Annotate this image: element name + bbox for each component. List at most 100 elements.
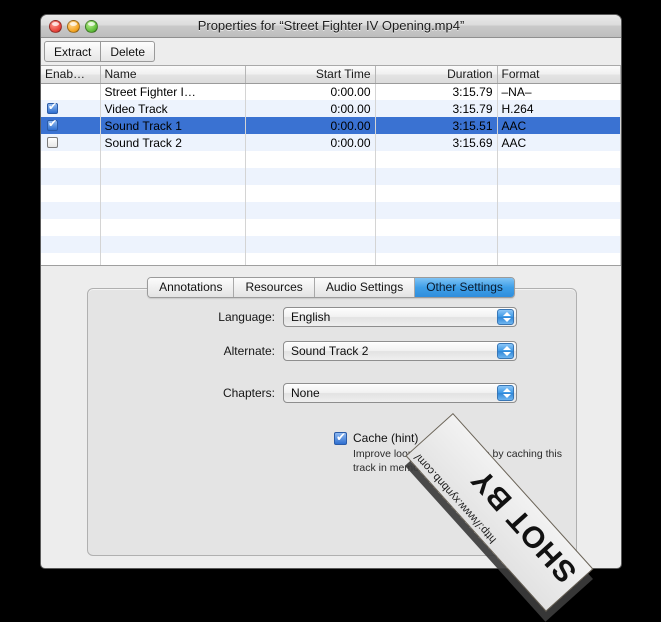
cell-empty [375, 202, 498, 219]
cell-duration: 3:15.79 [375, 83, 498, 100]
tracks-table-body: Street Fighter I…0:00.003:15.79–NA–Video… [41, 83, 621, 265]
cache-checkbox[interactable] [334, 430, 347, 445]
tab-other-settings[interactable]: Other Settings [415, 278, 514, 297]
cell-empty [245, 202, 376, 219]
table-row[interactable]: Street Fighter I… 0:00.00 3:15.79 –NA– [41, 83, 621, 100]
cell-empty [245, 253, 376, 265]
cell-empty [375, 151, 498, 168]
table-row[interactable]: Sound Track 10:00.003:15.51AAC [41, 117, 621, 134]
enabled-checkbox[interactable] [47, 101, 58, 114]
tracks-table-container[interactable]: Enab… Name Start Time Duration Format St… [41, 66, 621, 266]
table-header-row: Enab… Name Start Time Duration Format [41, 66, 621, 84]
column-header-name[interactable]: Name [100, 66, 246, 84]
cell-empty [497, 219, 621, 236]
cell-name: Sound Track 2 [100, 134, 246, 151]
table-row[interactable]: Sound Track 2 0:00.00 3:15.69 AAC [41, 134, 621, 151]
tracks-table-header: Enab… Name Start Time Duration Format [41, 66, 621, 84]
language-label: Language: [218, 310, 275, 324]
cell-empty [245, 236, 376, 253]
tab-resources[interactable]: Resources [234, 278, 315, 297]
cell-empty [375, 168, 498, 185]
cell-empty [100, 236, 246, 253]
language-select[interactable]: English [283, 307, 517, 327]
alternate-row: Alternate: Sound Track 2 [88, 341, 576, 361]
cell-empty [41, 185, 101, 202]
cell-empty [245, 219, 376, 236]
cell-empty [100, 168, 246, 185]
chevron-updown-icon[interactable] [497, 309, 514, 325]
cell-format: H.264 [497, 100, 621, 117]
toolbar-button-group: Extract Delete [44, 41, 156, 62]
cell-enabled[interactable] [41, 100, 101, 117]
language-value: English [291, 310, 331, 324]
language-row: Language: English [88, 307, 576, 327]
cell-empty [245, 168, 376, 185]
cell-duration: 3:15.69 [375, 134, 498, 151]
enabled-checkbox[interactable] [47, 118, 58, 131]
cell-empty [41, 219, 101, 236]
table-row-empty [41, 236, 621, 253]
cell-empty [100, 253, 246, 265]
cell-empty [497, 202, 621, 219]
other-settings-form: Language: English Alternate: Sound Track… [88, 307, 576, 475]
window-titlebar[interactable]: Properties for “Street Fighter IV Openin… [41, 15, 621, 38]
cell-name: Video Track [100, 100, 246, 117]
chapters-value: None [291, 386, 320, 400]
column-header-enabled[interactable]: Enab… [41, 66, 101, 84]
cell-enabled[interactable] [41, 83, 101, 100]
cell-empty [375, 253, 498, 265]
alternate-value: Sound Track 2 [291, 344, 369, 358]
cell-enabled[interactable] [41, 134, 101, 151]
cell-duration: 3:15.51 [375, 117, 498, 134]
window-title: Properties for “Street Fighter IV Openin… [197, 18, 465, 33]
cell-empty [497, 185, 621, 202]
properties-window: Properties for “Street Fighter IV Openin… [40, 14, 622, 569]
cell-empty [497, 151, 621, 168]
column-header-start-time[interactable]: Start Time [245, 66, 376, 84]
cell-format: –NA– [497, 83, 621, 100]
table-row-empty [41, 202, 621, 219]
cell-empty [41, 168, 101, 185]
cell-enabled[interactable] [41, 117, 101, 134]
toolbar: Extract Delete [41, 38, 621, 66]
column-header-format[interactable]: Format [497, 66, 621, 84]
table-row-empty [41, 219, 621, 236]
tracks-table: Enab… Name Start Time Duration Format St… [41, 66, 621, 265]
cell-empty [375, 236, 498, 253]
settings-tabbar: Annotations Resources Audio Settings Other … [41, 277, 621, 298]
enabled-checkbox[interactable] [47, 136, 58, 148]
extract-button[interactable]: Extract [44, 41, 102, 62]
tab-annotations[interactable]: Annotations [148, 278, 235, 297]
delete-button[interactable]: Delete [101, 41, 156, 62]
table-row[interactable]: Video Track0:00.003:15.79H.264 [41, 100, 621, 117]
cell-empty [41, 253, 101, 265]
screen: Properties for “Street Fighter IV Openin… [0, 0, 661, 622]
table-row-empty [41, 151, 621, 168]
tab-audio-settings[interactable]: Audio Settings [314, 278, 416, 297]
cell-start-time: 0:00.00 [245, 83, 376, 100]
cell-empty [100, 202, 246, 219]
cell-format: AAC [497, 134, 621, 151]
chapters-row: Chapters: None [88, 383, 576, 403]
cell-empty [375, 185, 498, 202]
cell-format: AAC [497, 117, 621, 134]
cell-empty [245, 185, 376, 202]
cell-empty [41, 236, 101, 253]
chevron-updown-icon[interactable] [497, 343, 514, 359]
cell-empty [375, 219, 498, 236]
alternate-select[interactable]: Sound Track 2 [283, 341, 517, 361]
cell-empty [100, 219, 246, 236]
cell-name: Street Fighter I… [100, 83, 246, 100]
table-row-empty [41, 168, 621, 185]
chevron-updown-icon[interactable] [497, 385, 514, 401]
table-row-empty [41, 185, 621, 202]
column-header-duration[interactable]: Duration [375, 66, 498, 84]
cache-label: Cache (hint) [353, 431, 419, 445]
cell-empty [100, 151, 246, 168]
cell-empty [497, 168, 621, 185]
cell-empty [497, 236, 621, 253]
cell-empty [41, 202, 101, 219]
chapters-select[interactable]: None [283, 383, 517, 403]
cell-empty [100, 185, 246, 202]
alternate-label: Alternate: [223, 344, 275, 358]
